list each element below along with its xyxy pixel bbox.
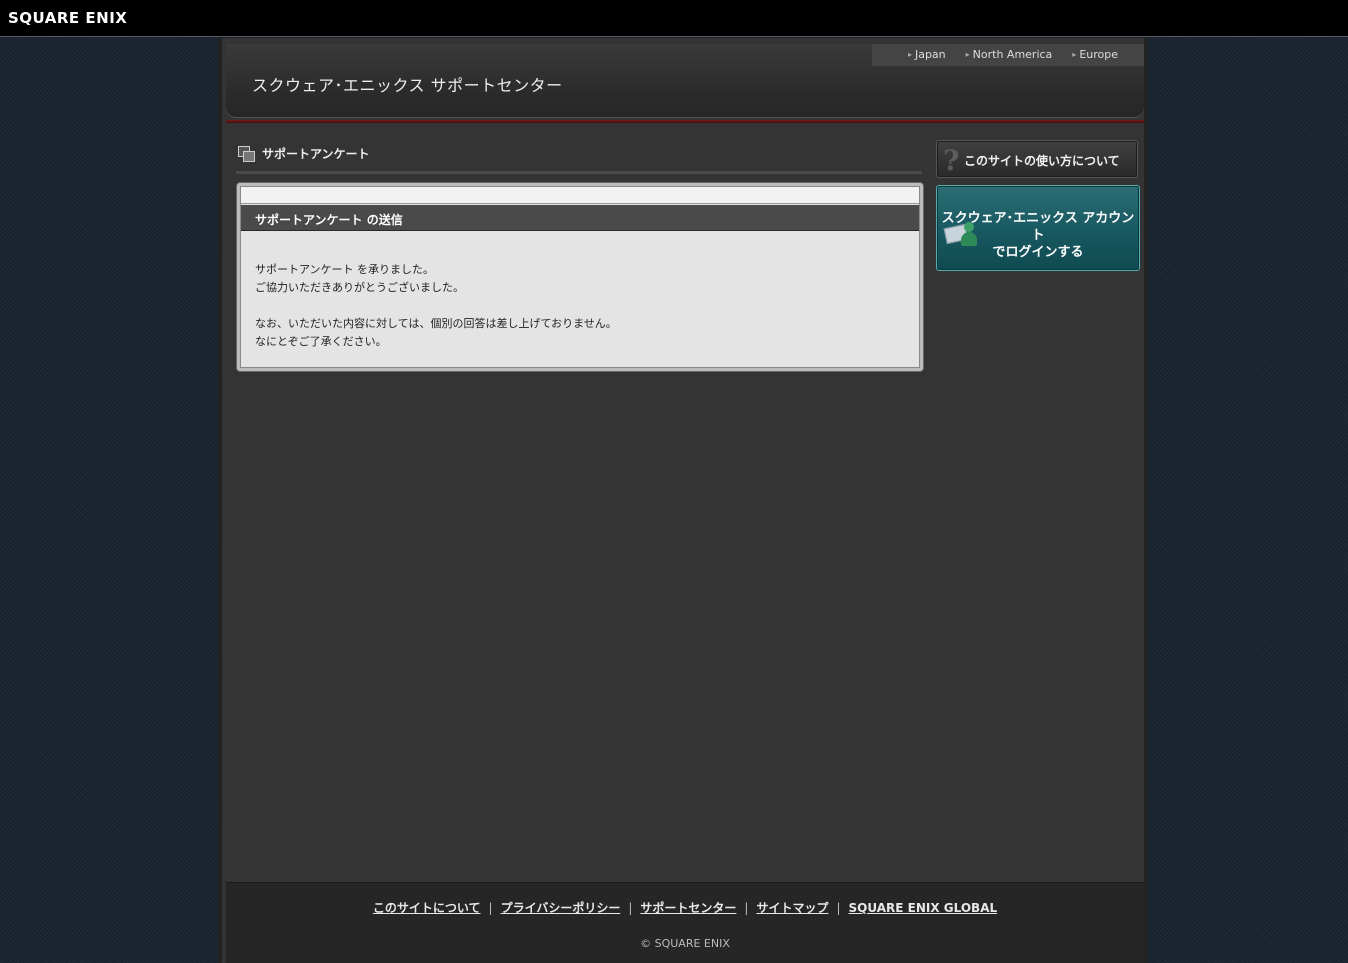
region-link-europe[interactable]: Europe	[1072, 48, 1118, 61]
footer-link-about[interactable]: このサイトについて	[373, 901, 481, 915]
panel-top-strip	[241, 187, 919, 204]
login-label-line-2: でログインする	[992, 245, 1084, 260]
howto-button[interactable]: ? このサイトの使い方について	[936, 140, 1138, 178]
footer-link-global[interactable]: SQUARE ENIX GLOBAL	[849, 901, 998, 915]
region-links: Japan North America Europe	[908, 48, 1118, 61]
login-label: スクウェア･エニックス アカウント でログインする	[937, 210, 1139, 261]
main-column: Japan North America Europe スクウェア･エニックス サ…	[218, 38, 1148, 963]
message-line: ご協力いただきありがとうございました。	[255, 281, 464, 294]
region-link-north-america[interactable]: North America	[966, 48, 1053, 61]
top-bar: SQUARE ENIX	[0, 0, 1348, 37]
panel-title-bar: サポートアンケート の送信	[241, 205, 919, 231]
panel-body: サポートアンケート を承りました。 ご協力いただきありがとうございました。 なお…	[255, 261, 617, 369]
site-header: Japan North America Europe スクウェア･エニックス サ…	[226, 44, 1144, 118]
copyright: © SQUARE ENIX	[640, 937, 730, 950]
footer: このサイトについて | プライバシーポリシー | サポートセンター | サイトマップ | SQU…	[226, 882, 1144, 963]
confirmation-panel: サポートアンケート の送信 サポートアンケート を承りました。 ご協力いただきあ…	[236, 182, 924, 372]
header-divider	[226, 120, 1144, 123]
question-mark-icon: ?	[943, 144, 960, 177]
footer-links: このサイトについて | プライバシーポリシー | サポートセンター | サイトマップ | SQU…	[372, 901, 998, 915]
message-line: なお、いただいた内容に対しては、個別の回答は差し上げておりません。	[255, 317, 617, 330]
panel-title: サポートアンケート の送信	[255, 213, 403, 227]
square-enix-logo[interactable]: SQUARE ENIX	[8, 9, 127, 27]
message-line: なにとぞご了承ください。	[255, 335, 387, 348]
section-header: サポートアンケート	[236, 142, 922, 174]
footer-link-sitemap[interactable]: サイトマップ	[756, 901, 828, 915]
message-line: サポートアンケート を承りました。	[255, 263, 435, 276]
message-paragraph-2: なお、いただいた内容に対しては、個別の回答は差し上げておりません。 なにとぞご了…	[255, 315, 617, 351]
section-title: サポートアンケート	[262, 147, 370, 161]
account-login-button[interactable]: スクウェア･エニックス アカウント でログインする	[936, 185, 1140, 271]
howto-label: このサイトの使い方について	[964, 154, 1120, 168]
site-title[interactable]: スクウェア･エニックス サポートセンター	[252, 72, 563, 96]
footer-link-support-center[interactable]: サポートセンター	[640, 901, 736, 915]
message-paragraph-1: サポートアンケート を承りました。 ご協力いただきありがとうございました。	[255, 261, 617, 297]
login-label-line-1: スクウェア･エニックス アカウント	[941, 211, 1135, 243]
region-link-japan[interactable]: Japan	[908, 48, 946, 61]
windows-icon	[238, 146, 255, 162]
footer-link-privacy[interactable]: プライバシーポリシー	[501, 901, 621, 915]
panel-inner: サポートアンケート の送信 サポートアンケート を承りました。 ご協力いただきあ…	[240, 186, 920, 368]
